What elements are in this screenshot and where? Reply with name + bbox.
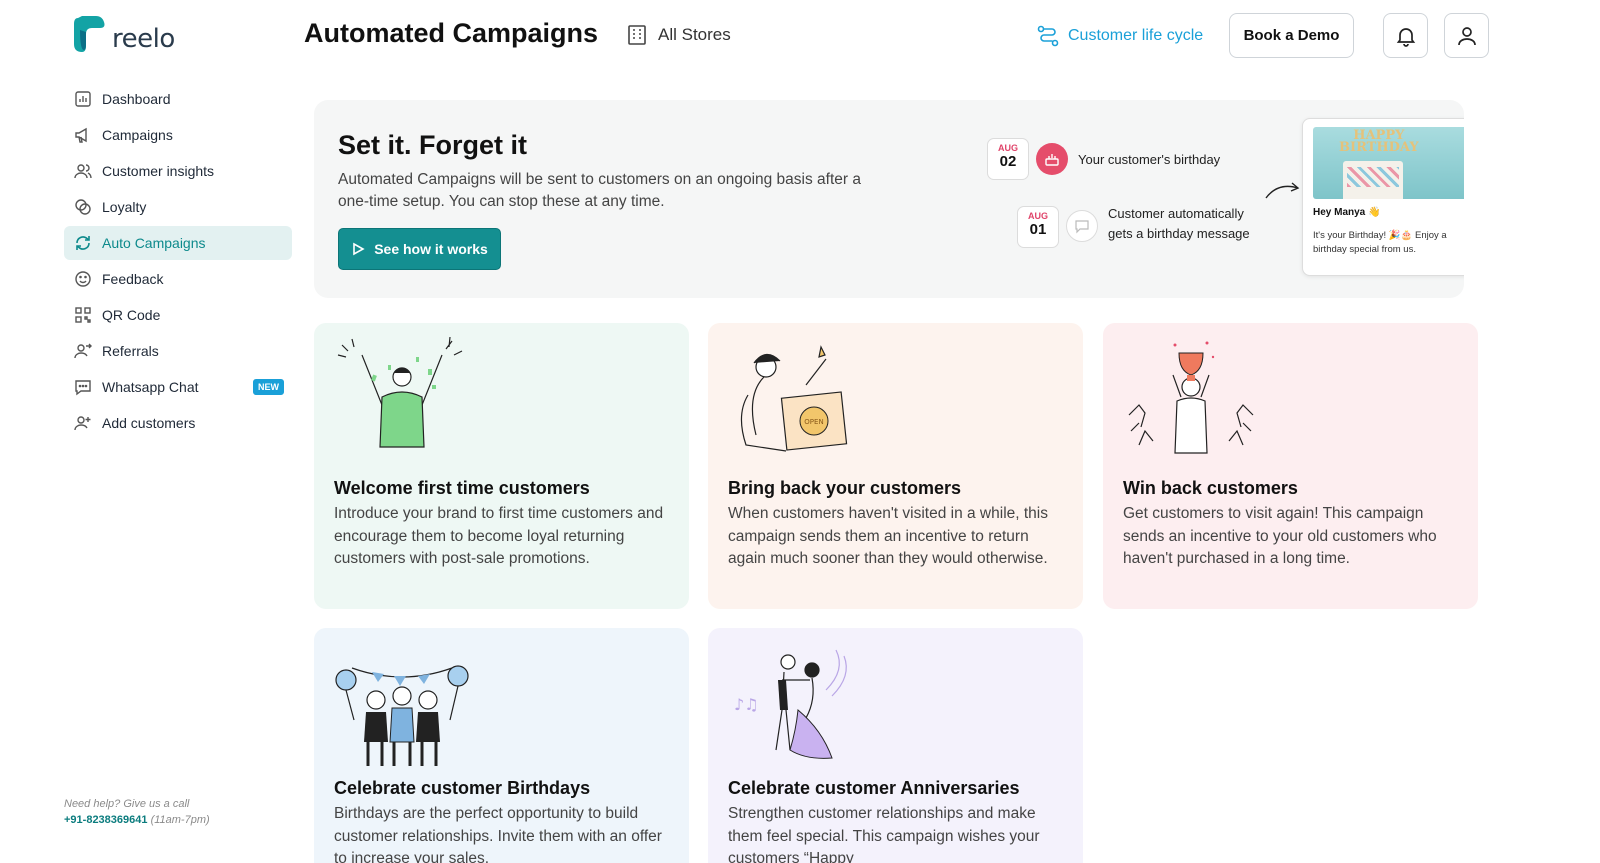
sidebar-item-label: Feedback — [102, 271, 164, 287]
sidebar-item-loyalty[interactable]: Loyalty — [64, 190, 292, 224]
profile-button[interactable] — [1444, 13, 1489, 58]
card-title: Win back customers — [1123, 478, 1298, 498]
chart-icon — [73, 89, 93, 109]
add-user-icon — [73, 413, 93, 433]
card-title: Welcome first time customers — [334, 478, 590, 498]
sidebar-item-label: Whatsapp Chat — [102, 379, 199, 395]
refresh-icon — [73, 233, 93, 253]
customer-life-cycle-label: Customer life cycle — [1068, 27, 1204, 44]
megaphone-icon — [73, 125, 93, 145]
route-icon — [1037, 25, 1059, 47]
new-badge: NEW — [253, 379, 284, 395]
sidebar-item-label: Loyalty — [102, 199, 147, 215]
bell-icon — [1396, 27, 1415, 47]
sidebar-item-label: Campaigns — [102, 127, 173, 143]
book-demo-button[interactable]: Book a Demo — [1229, 13, 1354, 58]
event-message-line2: gets a birthday message — [1108, 226, 1250, 241]
users-icon — [73, 161, 93, 181]
card-title: Celebrate customer Birthdays — [334, 778, 591, 798]
play-icon — [353, 242, 365, 256]
card-description: Birthdays are the perfect opportunity to… — [334, 805, 662, 863]
campaign-card-welcome[interactable]: Welcome first time customers Introduce y… — [314, 323, 689, 609]
reelo-logo[interactable]: reelo — [72, 14, 175, 54]
sidebar-item-label: Dashboard — [102, 91, 171, 107]
page-title: Automated Campaigns — [304, 18, 599, 48]
user-icon — [1457, 26, 1476, 45]
message-bubble-icon — [1066, 210, 1098, 242]
qr-icon — [73, 305, 93, 325]
card-description: When customers haven't visited in a whil… — [728, 505, 1048, 567]
birthday-party-illustration — [335, 665, 469, 766]
card-description: Strengthen customer relationships and ma… — [728, 805, 1040, 863]
date-badge-aug-02: AUG 02 — [987, 138, 1029, 180]
notifications-button[interactable] — [1383, 13, 1428, 58]
sidebar-item-label: Referrals — [102, 343, 159, 359]
card-description: Get customers to visit again! This campa… — [1123, 505, 1437, 567]
arrow-icon — [1265, 182, 1300, 199]
card-description: Introduce your brand to first time custo… — [334, 505, 664, 567]
help-question: Need help? Give us a call — [64, 798, 190, 810]
campaign-card-bring-back[interactable]: OPEN Bring back your customers When cust… — [708, 323, 1083, 609]
sidebar-item-label: Auto Campaigns — [102, 235, 206, 251]
birthday-message-preview: HAPPY BIRTHDAY Hey Manya 👋 It's your Bir… — [1302, 118, 1464, 276]
help-hours: (11am-7pm) — [150, 814, 210, 826]
brand-name: reelo — [112, 24, 175, 54]
coins-icon — [73, 197, 93, 217]
cake-icon — [1036, 143, 1068, 175]
hero-title: Set it. Forget it — [338, 130, 527, 160]
svg-text:♪♫: ♪♫ — [734, 695, 759, 714]
sidebar-item-auto-campaigns[interactable]: Auto Campaigns — [64, 226, 292, 260]
date-day: 01 — [1029, 221, 1047, 238]
date-day: 02 — [999, 153, 1017, 170]
sidebar-item-whatsapp-chat[interactable]: Whatsapp Chat NEW — [64, 370, 292, 404]
see-how-it-works-label: See how it works — [374, 241, 488, 257]
smiley-icon — [73, 269, 93, 289]
referral-icon — [73, 341, 93, 361]
sidebar-item-referrals[interactable]: Referrals — [64, 334, 292, 368]
event-message-text: Customer automatically gets a birthday m… — [1108, 204, 1250, 244]
sidebar-item-label: Customer insights — [102, 163, 215, 179]
reelo-logo-icon — [74, 16, 105, 52]
sidebar-item-feedback[interactable]: Feedback — [64, 262, 292, 296]
sidebar-nav: Dashboard Campaigns Customer insights Lo… — [64, 82, 292, 442]
campaign-card-anniversaries[interactable]: ♪♫ Celebrate customer Anniversaries Stre… — [708, 628, 1083, 863]
hero-banner: Set it. Forget it Automated Campaigns wi… — [314, 100, 1464, 298]
hero-description: Automated Campaigns will be sent to cust… — [338, 171, 861, 210]
dancing-couple-illustration: ♪♫ — [734, 649, 847, 759]
event-birthday-text: Your customer's birthday — [1078, 152, 1221, 167]
customer-life-cycle-link[interactable]: Customer life cycle — [1036, 24, 1203, 48]
message-greeting: Hey Manya 👋 — [1313, 207, 1381, 218]
store-label: All Stores — [658, 25, 731, 44]
happy-birthday-image-text: HAPPY BIRTHDAY — [1339, 128, 1419, 155]
campaign-card-win-back[interactable]: Win back customers Get customers to visi… — [1103, 323, 1478, 609]
birthday-cake-image: HAPPY BIRTHDAY — [1313, 127, 1464, 199]
campaign-card-birthdays[interactable]: Celebrate customer Birthdays Birthdays a… — [314, 628, 689, 863]
chat-icon — [73, 377, 93, 397]
sidebar-item-customer-insights[interactable]: Customer insights — [64, 154, 292, 188]
sidebar-item-add-customers[interactable]: Add customers — [64, 406, 292, 440]
celebration-illustration — [337, 336, 463, 448]
building-icon — [628, 25, 646, 45]
card-title: Bring back your customers — [728, 478, 962, 498]
open-sign-illustration: OPEN — [740, 345, 848, 452]
date-month: AUG — [998, 143, 1018, 153]
see-how-it-works-button[interactable]: See how it works — [338, 228, 501, 270]
help-phone[interactable]: +91-8238369641 — [64, 814, 148, 826]
sidebar-item-campaigns[interactable]: Campaigns — [64, 118, 292, 152]
sidebar-item-label: QR Code — [102, 307, 161, 323]
sidebar-item-dashboard[interactable]: Dashboard — [64, 82, 292, 116]
date-month: AUG — [1028, 211, 1048, 221]
page: reelo Dashboard Campaigns Customer insig… — [0, 0, 1600, 863]
event-message-line1: Customer automatically — [1108, 206, 1244, 221]
sidebar-item-qr-code[interactable]: QR Code — [64, 298, 292, 332]
svg-text:OPEN: OPEN — [804, 418, 823, 426]
store-selector[interactable]: All Stores — [626, 24, 731, 46]
sidebar-item-label: Add customers — [102, 415, 196, 431]
sidebar: reelo Dashboard Campaigns Customer insig… — [0, 0, 300, 863]
help-contact: Need help? Give us a call +91-8238369641… — [64, 796, 210, 828]
trophy-illustration — [1128, 341, 1254, 454]
card-title: Celebrate customer Anniversaries — [728, 778, 1020, 798]
message-body: It's your Birthday! 🎉🎂 Enjoy a birthday … — [1313, 230, 1447, 255]
date-badge-aug-01: AUG 01 — [1017, 206, 1059, 248]
